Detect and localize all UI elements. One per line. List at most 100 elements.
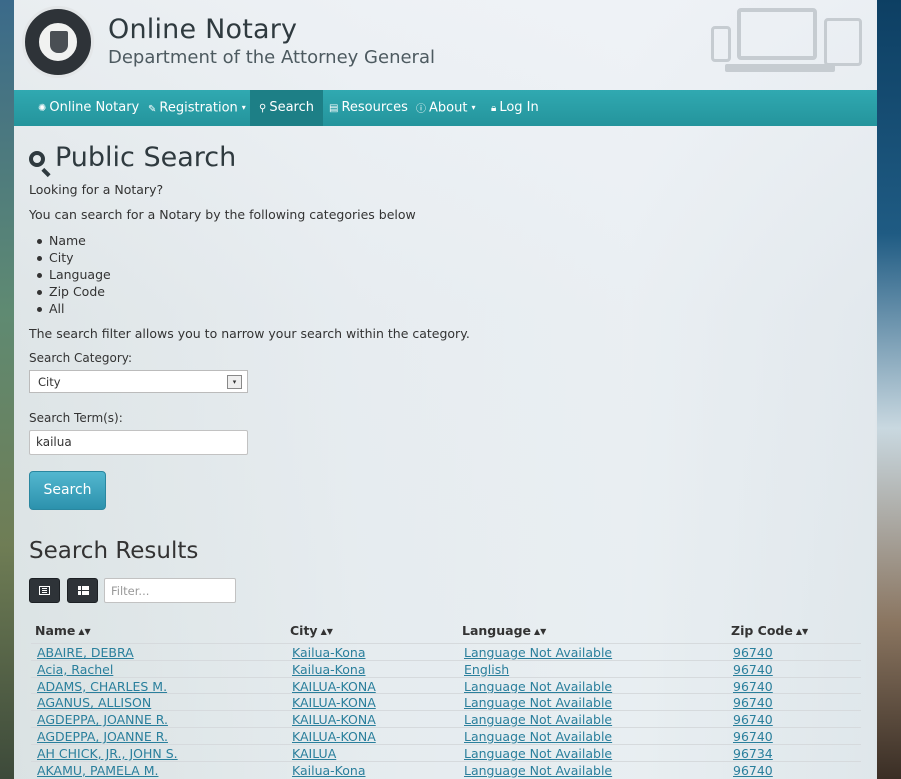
cell-zip-link[interactable]: 96740 <box>733 679 773 694</box>
table-row: AH CHICK, JR., JOHN S. KAILUA Language Not… <box>31 743 861 762</box>
lock-icon: 🔒︎ <box>491 103 497 114</box>
cell-language-link[interactable]: English <box>464 662 509 677</box>
caret-down-icon: ▾ <box>471 103 476 112</box>
page-title: Public Search <box>29 142 236 173</box>
cell-zip-link[interactable]: 96740 <box>733 712 773 727</box>
table-row: AKAMU, PAMELA M. Kailua-Kona Language Not … <box>31 760 861 779</box>
cell-language-link[interactable]: Language Not Available <box>464 712 612 727</box>
list-item: Name <box>35 232 111 249</box>
nav-registration-label: Registration <box>159 100 238 116</box>
nav-about-label: About <box>429 100 468 116</box>
results-title: Search Results <box>29 538 199 564</box>
list-item: Language <box>35 266 111 283</box>
list-item: City <box>35 249 111 266</box>
sort-icon: ▲▼ <box>795 627 809 636</box>
nav-online-notary[interactable]: ✺ Online Notary <box>29 90 148 126</box>
term-label: Search Term(s): <box>29 411 123 425</box>
page-panel: Online Notary Department of the Attorney… <box>14 0 877 779</box>
cell-zip-link[interactable]: 96740 <box>733 729 773 744</box>
cell-name-link[interactable]: Acia, Rachel <box>37 662 113 677</box>
gear-icon: ✺ <box>38 103 47 114</box>
cell-zip-link[interactable]: 96734 <box>733 746 773 761</box>
page-title-text: Public Search <box>55 142 237 173</box>
cell-zip-link[interactable]: 96740 <box>733 662 773 677</box>
list-view-button[interactable] <box>29 578 60 603</box>
column-header-name-label: Name <box>35 623 76 638</box>
cell-name-link[interactable]: ABAIRE, DEBRA <box>37 645 134 660</box>
nav-registration[interactable]: ✎ Registration ▾ <box>139 90 255 126</box>
nav-search[interactable]: ⚲ Search <box>250 90 323 126</box>
cell-zip-link[interactable]: 96740 <box>733 645 773 660</box>
cell-city-link[interactable]: KAILUA-KONA <box>292 712 376 727</box>
cell-city-link[interactable]: KAILUA-KONA <box>292 695 376 710</box>
nav-resources[interactable]: ▤ Resources <box>320 90 417 126</box>
filter-note: The search filter allows you to narrow y… <box>29 326 470 341</box>
column-header-name[interactable]: Name ▲▼ <box>35 623 91 638</box>
cell-zip-link[interactable]: 96740 <box>733 695 773 710</box>
background-left <box>0 0 14 779</box>
edit-icon: ✎ <box>148 103 157 115</box>
cell-city-link[interactable]: Kailua-Kona <box>292 662 365 677</box>
caret-down-icon: ▾ <box>241 103 246 112</box>
site-subtitle: Department of the Attorney General <box>108 47 435 68</box>
list-icon <box>39 586 50 595</box>
cell-language-link[interactable]: Language Not Available <box>464 645 612 660</box>
nav-login-label: Log In <box>499 100 539 115</box>
attorney-general-seal-logo[interactable] <box>22 6 94 78</box>
grid-view-button[interactable] <box>67 578 98 603</box>
column-header-city[interactable]: City ▲▼ <box>290 623 333 638</box>
search-icon: ⚲ <box>259 103 267 114</box>
devices-icon <box>707 8 867 80</box>
cell-city-link[interactable]: Kailua-Kona <box>292 645 365 660</box>
cell-name-link[interactable]: AGANUS, ALLISON <box>37 695 151 710</box>
column-header-zip-label: Zip Code <box>731 623 793 638</box>
grid-icon <box>78 586 89 595</box>
cell-city-link[interactable]: KAILUA-KONA <box>292 679 376 694</box>
table-row: AGDEPPA, JOANNE R. KAILUA-KONA Language No… <box>31 710 861 728</box>
nav-resources-label: Resources <box>341 100 408 115</box>
column-header-language-label: Language <box>462 623 532 638</box>
category-select[interactable]: City ▾ <box>29 370 248 393</box>
column-header-city-label: City <box>290 623 318 638</box>
cell-zip-link[interactable]: 96740 <box>733 763 773 778</box>
cell-language-link[interactable]: Language Not Available <box>464 746 612 761</box>
document-icon: ▤ <box>329 103 339 114</box>
search-term-input[interactable]: kailua <box>29 430 248 455</box>
category-select-value: City <box>38 375 61 389</box>
table-row: ABAIRE, DEBRA Kailua-Kona Language Not Ava… <box>31 643 861 661</box>
main-navbar: ✺ Online Notary ✎ Registration ▾ ⚲ Search ▤ R… <box>14 90 877 126</box>
sort-icon: ▲▼ <box>320 627 333 636</box>
site-header: Online Notary Department of the Attorney… <box>14 0 877 90</box>
cell-language-link[interactable]: Language Not Available <box>464 729 612 744</box>
column-header-zip[interactable]: Zip Code ▲▼ <box>731 623 808 638</box>
cell-language-link[interactable]: Language Not Available <box>464 679 612 694</box>
cell-city-link[interactable]: KAILUA <box>292 746 336 761</box>
nav-search-label: Search <box>269 100 314 115</box>
cell-city-link[interactable]: KAILUA-KONA <box>292 729 376 744</box>
category-label: Search Category: <box>29 351 133 365</box>
search-icon <box>29 151 45 167</box>
category-list: Name City Language Zip Code All <box>35 232 111 317</box>
cell-name-link[interactable]: AH CHICK, JR., JOHN S. <box>37 746 178 761</box>
cell-language-link[interactable]: Language Not Available <box>464 763 612 778</box>
site-title: Online Notary <box>108 14 298 45</box>
list-item: All <box>35 300 111 317</box>
nav-online-notary-label: Online Notary <box>49 100 140 115</box>
chevron-down-icon: ▾ <box>227 375 242 389</box>
sort-icon: ▲▼ <box>534 627 547 636</box>
cell-city-link[interactable]: Kailua-Kona <box>292 763 365 778</box>
background-right <box>877 0 901 779</box>
nav-about[interactable]: ⓘ About ▾ <box>407 90 484 126</box>
column-header-language[interactable]: Language ▲▼ <box>462 623 546 638</box>
cell-name-link[interactable]: AKAMU, PAMELA M. <box>37 763 158 778</box>
filter-input[interactable]: Filter... <box>104 578 236 603</box>
table-row: AGANUS, ALLISON KAILUA-KONA Language Not A… <box>31 693 861 711</box>
search-button[interactable]: Search <box>29 471 106 510</box>
nav-login[interactable]: 🔒︎ Log In <box>482 90 548 126</box>
cell-name-link[interactable]: AGDEPPA, JOANNE R. <box>37 729 168 744</box>
cell-language-link[interactable]: Language Not Available <box>464 695 612 710</box>
cell-name-link[interactable]: AGDEPPA, JOANNE R. <box>37 712 168 727</box>
cell-name-link[interactable]: ADAMS, CHARLES M. <box>37 679 167 694</box>
description-text: You can search for a Notary by the follo… <box>29 207 416 222</box>
table-row: Acia, Rachel Kailua-Kona English 96740 <box>31 659 861 678</box>
